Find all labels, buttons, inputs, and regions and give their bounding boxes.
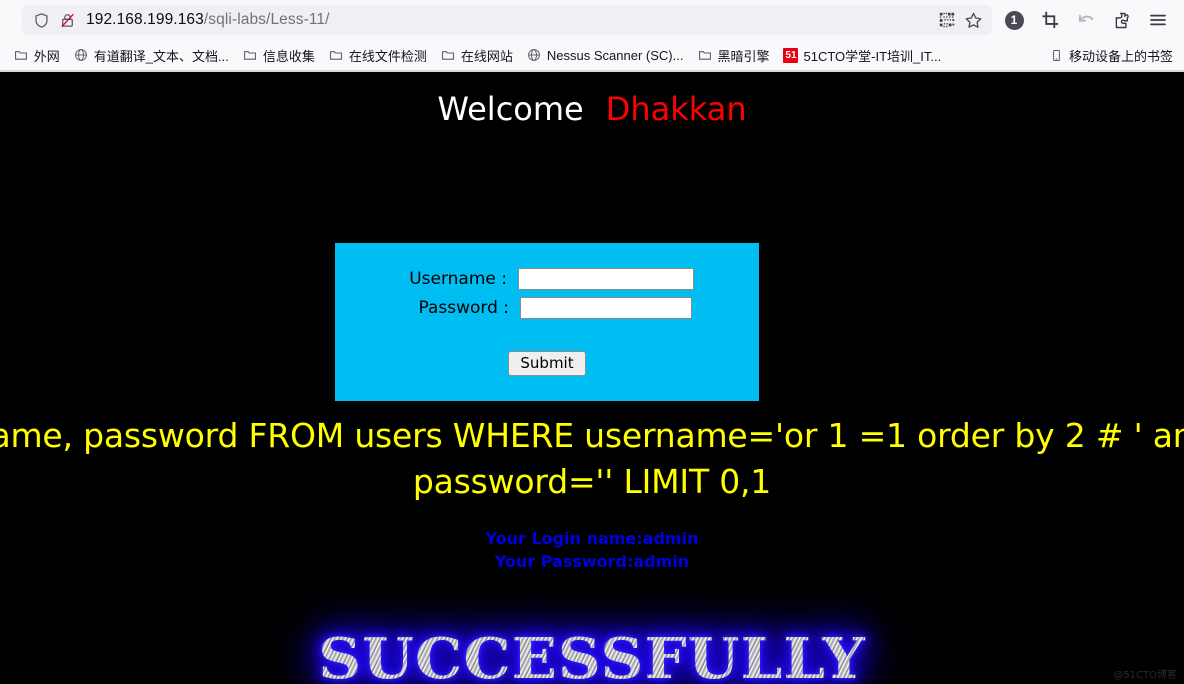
submit-button[interactable]: Submit: [508, 351, 586, 376]
toolbar-buttons: 1: [996, 4, 1176, 36]
password-input[interactable]: [520, 297, 692, 319]
crossed-out-lock-icon[interactable]: [54, 7, 80, 33]
sql-query-text: name, password FROM users WHERE username…: [0, 416, 1184, 501]
page-content: Welcome Dhakkan Username : Password : Sub…: [0, 72, 1184, 684]
welcome-name: Dhakkan: [605, 90, 747, 128]
password-row: Password :: [335, 290, 759, 319]
folder-icon: [14, 48, 29, 63]
login-form-box: Username : Password : Submit: [333, 241, 761, 403]
folder-icon: [441, 48, 456, 63]
username-row: Username :: [335, 243, 759, 290]
bookmark-label: 在线文件检测: [348, 48, 427, 64]
51cto-favicon-icon: 51: [783, 47, 799, 63]
bookmark-label: 外网: [33, 48, 60, 64]
shield-icon[interactable]: [28, 7, 54, 33]
mobile-device-icon: [1049, 48, 1064, 63]
bookmark-item-li[interactable]: li: [0, 45, 7, 66]
url-host: 192.168.199.163: [86, 11, 204, 28]
url-path: /sqli-labs/Less-11/: [203, 11, 330, 28]
bookmark-item-mobile-bookmarks[interactable]: 移动设备上的书签: [1042, 43, 1180, 68]
password-label: Password :: [418, 298, 509, 318]
url-text[interactable]: 192.168.199.163/sqli-labs/Less-11/: [86, 11, 934, 29]
bookmark-item-51cto[interactable]: 51 51CTO学堂-IT培训_IT...: [776, 43, 948, 68]
bookmark-item-youdao[interactable]: 有道翻译_文本、文档...: [67, 43, 236, 68]
successfully-logged-in-banner: SUCCESSFULLY LOGGED IN: [0, 620, 1184, 684]
folder-icon: [243, 48, 258, 63]
bookmark-label: 51CTO学堂-IT培训_IT...: [803, 48, 942, 64]
counter-badge-value: 1: [1004, 10, 1024, 30]
banner-line-1: SUCCESSFULLY: [318, 626, 866, 684]
navigation-toolbar: 192.168.199.163/sqli-labs/Less-11/ 1: [0, 0, 1184, 40]
bookmark-item-heianyinqing[interactable]: 黑暗引擎: [690, 43, 776, 68]
undo-arrow-icon[interactable]: [1068, 4, 1104, 36]
username-label: Username :: [409, 269, 507, 289]
bookmark-label: 信息收集: [262, 48, 315, 64]
star-bookmark-icon[interactable]: [960, 7, 986, 33]
globe-icon: [74, 48, 89, 63]
qr-code-icon[interactable]: [934, 7, 960, 33]
bookmark-label: 黑暗引擎: [717, 48, 770, 64]
welcome-heading: Welcome Dhakkan: [0, 72, 1184, 128]
puzzle-piece-icon[interactable]: [1104, 4, 1140, 36]
hamburger-menu-icon[interactable]: [1140, 4, 1176, 36]
login-name-line: Your Login name:admin: [485, 529, 699, 548]
address-bar[interactable]: 192.168.199.163/sqli-labs/Less-11/: [22, 5, 992, 35]
bookmark-label: 有道翻译_文本、文档...: [93, 48, 229, 64]
bookmark-item-nessus-scanner[interactable]: Nessus Scanner (SC)...: [520, 45, 691, 66]
browser-chrome: 192.168.199.163/sqli-labs/Less-11/ 1 外网 …: [0, 0, 1184, 72]
login-password-line: Your Password:admin: [494, 552, 690, 571]
login-credentials-info: Your Login name:admin Your Password:admi…: [0, 527, 1184, 573]
bookmark-item-waiwang[interactable]: 外网: [7, 43, 67, 68]
notification-counter-button[interactable]: 1: [996, 4, 1032, 36]
welcome-word: Welcome: [437, 90, 584, 128]
crop-icon[interactable]: [1032, 4, 1068, 36]
bookmarks-toolbar: li 外网 有道翻译_文本、文档...: [0, 40, 1184, 71]
submit-row: Submit: [335, 319, 759, 376]
bookmark-label: 在线网站: [460, 48, 513, 64]
bookmark-item-zaixianwenjianjiance[interactable]: 在线文件检测: [322, 43, 434, 68]
watermark-text: @51CTO博客: [1113, 670, 1177, 681]
folder-icon: [697, 48, 712, 63]
bookmark-item-zaixianwangzhan[interactable]: 在线网站: [434, 43, 520, 68]
globe-icon: [527, 48, 542, 63]
username-input[interactable]: [518, 268, 694, 290]
bookmark-label: 移动设备上的书签: [1068, 48, 1173, 64]
bookmark-label: Nessus Scanner (SC)...: [546, 47, 684, 63]
bookmark-item-xinxishouji[interactable]: 信息收集: [236, 43, 322, 68]
folder-icon: [329, 48, 344, 63]
